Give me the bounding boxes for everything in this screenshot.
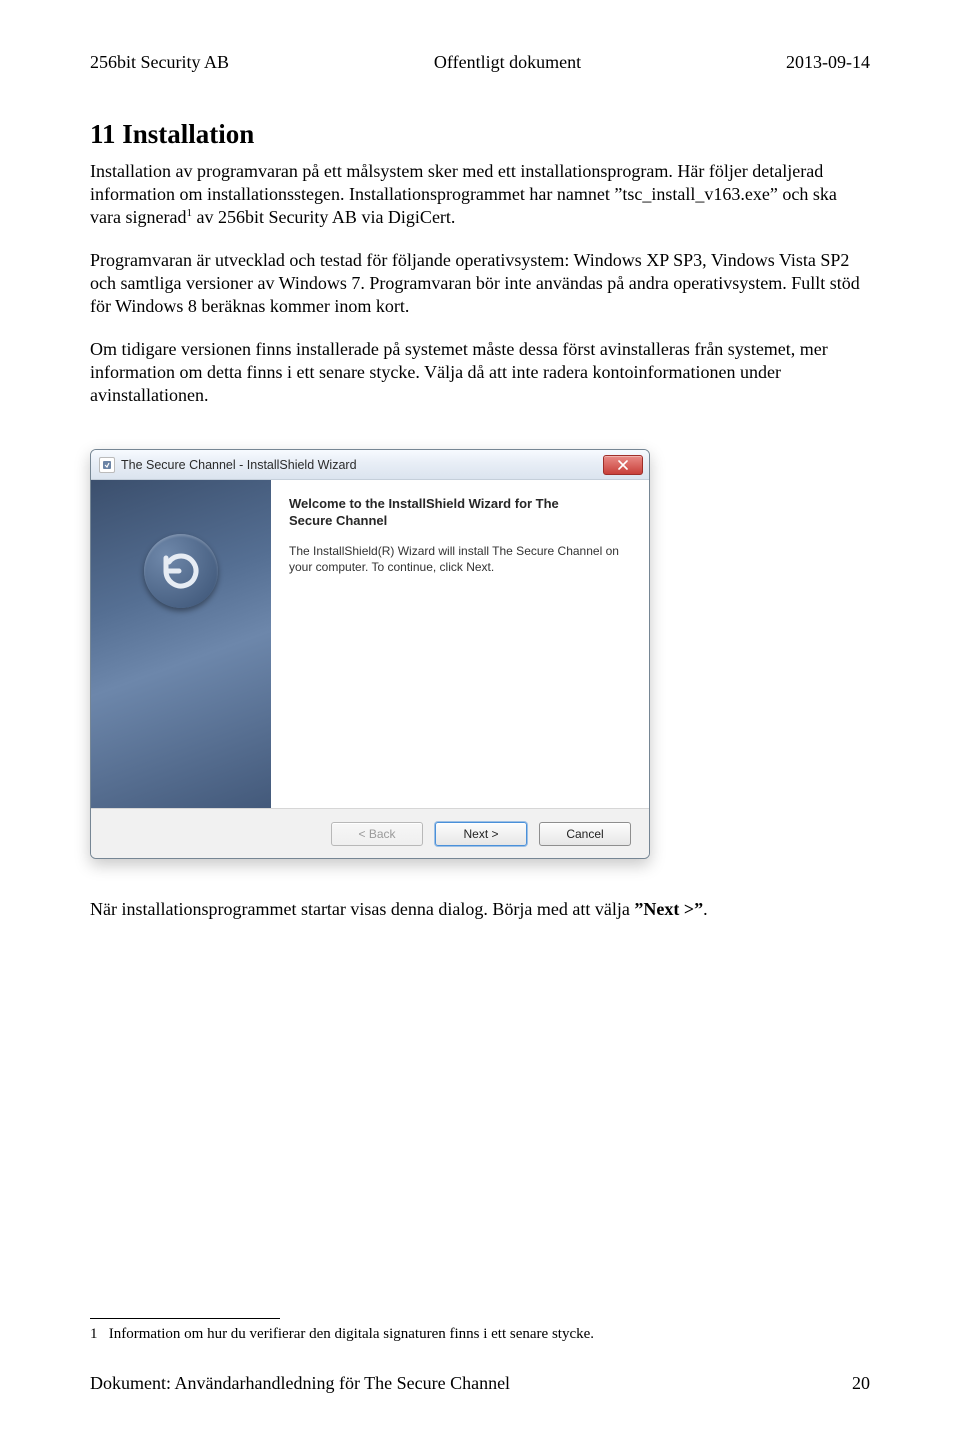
- next-button[interactable]: Next >: [435, 822, 527, 846]
- close-button[interactable]: [603, 455, 643, 475]
- installer-icon: [99, 457, 115, 473]
- header-center: Offentligt dokument: [434, 52, 581, 73]
- paragraph-3: Om tidigare versionen finns installerade…: [90, 338, 870, 407]
- dialog-title: The Secure Channel - InstallShield Wizar…: [121, 458, 357, 472]
- dialog-info-text: The InstallShield(R) Wizard will install…: [289, 543, 629, 575]
- footnote-text: Information om hur du verifierar den dig…: [109, 1326, 594, 1342]
- screenshot-caption: När installationsprogrammet startar visa…: [90, 899, 870, 920]
- dialog-sidebar-graphic: [91, 480, 271, 808]
- caption-bold: ”Next >”: [634, 899, 703, 919]
- page-footer: Dokument: Användarhandledning för The Se…: [90, 1373, 870, 1394]
- footer-left: Dokument: Användarhandledning för The Se…: [90, 1373, 510, 1394]
- header-right: 2013-09-14: [786, 52, 870, 73]
- page-header: 256bit Security AB Offentligt dokument 2…: [90, 52, 870, 73]
- section-heading: 11 Installation: [90, 119, 870, 150]
- dialog-button-row: < Back Next > Cancel: [91, 808, 649, 858]
- caption-post: .: [703, 899, 708, 919]
- paragraph-1b: av 256bit Security AB via DigiCert.: [192, 207, 455, 227]
- paragraph-2: Programvaran är utvecklad och testad för…: [90, 249, 870, 318]
- install-badge-icon: [144, 534, 218, 608]
- installer-screenshot: The Secure Channel - InstallShield Wizar…: [90, 449, 870, 859]
- dialog-titlebar: The Secure Channel - InstallShield Wizar…: [91, 450, 649, 480]
- page-number: 20: [852, 1373, 870, 1394]
- caption-pre: När installationsprogrammet startar visa…: [90, 899, 634, 919]
- dialog-main-panel: Welcome to the InstallShield Wizard for …: [271, 480, 649, 808]
- dialog-welcome-heading: Welcome to the InstallShield Wizard for …: [289, 496, 629, 529]
- paragraph-1: Installation av programvaran på ett måls…: [90, 160, 870, 229]
- install-wizard-dialog: The Secure Channel - InstallShield Wizar…: [90, 449, 650, 859]
- footnote-1: 1 Information om hur du verifierar den d…: [90, 1325, 870, 1344]
- header-left: 256bit Security AB: [90, 52, 229, 73]
- back-button[interactable]: < Back: [331, 822, 423, 846]
- welcome-line-2: Secure Channel: [289, 513, 387, 528]
- welcome-line-1: Welcome to the InstallShield Wizard for …: [289, 496, 559, 511]
- footnote-divider: [90, 1318, 280, 1319]
- footnote-number: 1: [90, 1326, 98, 1342]
- cancel-button[interactable]: Cancel: [539, 822, 631, 846]
